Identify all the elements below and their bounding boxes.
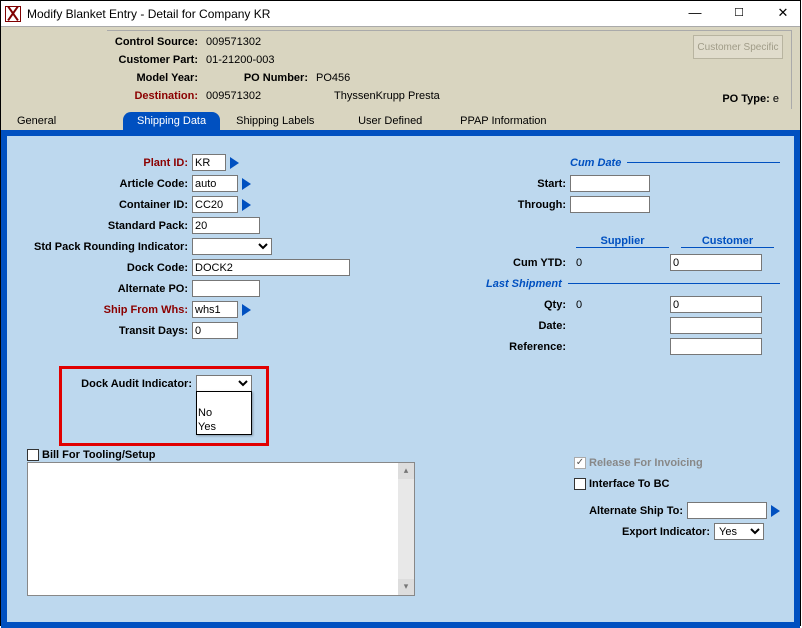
dock-audit-option-yes[interactable]: Yes bbox=[197, 420, 251, 434]
scroll-up-icon[interactable]: ▴ bbox=[398, 463, 414, 479]
bottom-right-panel: Release For Invoicing Interface To BC Al… bbox=[524, 452, 780, 542]
release-label: Release For Invoicing bbox=[589, 457, 707, 469]
customer-header: Customer bbox=[681, 235, 774, 248]
app-icon bbox=[5, 6, 21, 22]
ship-from-whs-input[interactable] bbox=[192, 301, 238, 318]
divider bbox=[627, 162, 780, 163]
tab-general[interactable]: General bbox=[3, 112, 121, 130]
divider bbox=[568, 283, 780, 284]
export-indicator-label: Export Indicator: bbox=[622, 526, 714, 538]
tab-shipping-labels[interactable]: Shipping Labels bbox=[222, 112, 342, 130]
article-code-label: Article Code: bbox=[17, 178, 192, 190]
dock-code-label: Dock Code: bbox=[17, 262, 192, 274]
plant-id-lookup-icon[interactable] bbox=[230, 157, 239, 169]
body-frame: Plant ID: Article Code: Container ID: St… bbox=[1, 130, 800, 628]
plant-id-label: Plant ID: bbox=[17, 157, 192, 169]
start-label: Start: bbox=[480, 178, 570, 190]
destination-label: Destination: bbox=[113, 90, 198, 102]
header-panel: Customer Specific Control Source: 009571… bbox=[1, 27, 800, 113]
plant-id-input[interactable] bbox=[192, 154, 226, 171]
customer-specific-button[interactable]: Customer Specific bbox=[693, 35, 783, 59]
release-checkbox bbox=[574, 457, 586, 469]
container-id-input[interactable] bbox=[192, 196, 238, 213]
ship-from-whs-label: Ship From Whs: bbox=[17, 304, 192, 316]
standard-pack-input[interactable] bbox=[192, 217, 260, 234]
scrollbar[interactable]: ▴ ▾ bbox=[398, 463, 414, 595]
alt-ship-to-input[interactable] bbox=[687, 502, 767, 519]
start-input[interactable] bbox=[570, 175, 650, 192]
transit-days-input[interactable] bbox=[192, 322, 238, 339]
interface-bc-label: Interface To BC bbox=[589, 478, 673, 490]
control-source-label: Control Source: bbox=[113, 36, 198, 48]
transit-days-label: Transit Days: bbox=[17, 325, 192, 337]
po-type-label: PO Type: bbox=[722, 93, 769, 105]
control-source-value: 009571302 bbox=[206, 36, 261, 48]
window-title: Modify Blanket Entry - Detail for Compan… bbox=[27, 7, 682, 21]
bill-tooling-textarea[interactable]: ▴ ▾ bbox=[27, 462, 415, 596]
export-indicator-select[interactable]: Yes bbox=[714, 523, 764, 540]
rounding-label: Std Pack Rounding Indicator: bbox=[17, 241, 192, 253]
through-input[interactable] bbox=[570, 196, 650, 213]
left-panel: Plant ID: Article Code: Container ID: St… bbox=[17, 152, 397, 341]
bill-tooling-label: Bill For Tooling/Setup bbox=[42, 449, 155, 461]
dock-audit-option-blank[interactable] bbox=[197, 392, 251, 406]
close-button[interactable]: ✕ bbox=[770, 4, 796, 24]
customer-part-label: Customer Part: bbox=[113, 54, 198, 66]
model-year-label: Model Year: bbox=[113, 72, 198, 84]
ship-from-whs-lookup-icon[interactable] bbox=[242, 304, 251, 316]
scroll-down-icon[interactable]: ▾ bbox=[398, 579, 414, 595]
destination-name: ThyssenKrupp Presta bbox=[334, 90, 440, 102]
dock-audit-dropdown: No Yes bbox=[196, 391, 252, 435]
qty-customer-input[interactable] bbox=[670, 296, 762, 313]
dock-audit-option-no[interactable]: No bbox=[197, 406, 251, 420]
dock-code-input[interactable] bbox=[192, 259, 350, 276]
cum-ytd-customer-input[interactable] bbox=[670, 254, 762, 271]
po-number-value: PO456 bbox=[316, 72, 350, 84]
destination-value: 009571302 bbox=[206, 90, 326, 102]
container-id-label: Container ID: bbox=[17, 199, 192, 211]
standard-pack-label: Standard Pack: bbox=[17, 220, 192, 232]
titlebar: Modify Blanket Entry - Detail for Compan… bbox=[1, 1, 800, 27]
cum-ytd-supplier: 0 bbox=[570, 257, 670, 269]
right-panel: Cum Date Start: Through: Supplier Custom… bbox=[480, 152, 780, 357]
qty-label: Qty: bbox=[480, 299, 570, 311]
tab-strip: General Shipping Data Shipping Labels Us… bbox=[1, 112, 800, 130]
dock-audit-label: Dock Audit Indicator: bbox=[68, 378, 196, 390]
last-shipment-header: Last Shipment bbox=[486, 278, 562, 290]
alt-ship-to-label: Alternate Ship To: bbox=[589, 505, 687, 517]
bill-tooling-area: Bill For Tooling/Setup ▴ ▾ bbox=[27, 449, 417, 596]
qty-supplier: 0 bbox=[570, 299, 670, 311]
article-code-lookup-icon[interactable] bbox=[242, 178, 251, 190]
bill-tooling-checkbox[interactable] bbox=[27, 449, 39, 461]
dock-audit-select[interactable] bbox=[196, 375, 252, 392]
container-id-lookup-icon[interactable] bbox=[242, 199, 251, 211]
reference-label: Reference: bbox=[480, 341, 570, 353]
customer-part-value: 01-21200-003 bbox=[206, 54, 275, 66]
app-window: Modify Blanket Entry - Detail for Compan… bbox=[0, 0, 801, 626]
alt-ship-to-lookup-icon[interactable] bbox=[771, 505, 780, 517]
dock-audit-highlight: Dock Audit Indicator: No Yes bbox=[59, 366, 269, 446]
tab-ppap[interactable]: PPAP Information bbox=[446, 112, 560, 130]
date-customer-input[interactable] bbox=[670, 317, 762, 334]
through-label: Through: bbox=[480, 199, 570, 211]
alternate-po-label: Alternate PO: bbox=[17, 283, 192, 295]
alternate-po-input[interactable] bbox=[192, 280, 260, 297]
reference-customer-input[interactable] bbox=[670, 338, 762, 355]
article-code-input[interactable] bbox=[192, 175, 238, 192]
supplier-header: Supplier bbox=[576, 235, 669, 248]
po-number-label: PO Number: bbox=[198, 72, 308, 84]
cum-ytd-label: Cum YTD: bbox=[480, 257, 570, 269]
interface-bc-checkbox[interactable] bbox=[574, 478, 586, 490]
tab-user-defined[interactable]: User Defined bbox=[344, 112, 444, 130]
rounding-select[interactable] bbox=[192, 238, 272, 255]
cum-date-header: Cum Date bbox=[570, 157, 621, 169]
minimize-button[interactable]: — bbox=[682, 4, 708, 24]
po-type-value: e bbox=[773, 93, 779, 105]
tab-shipping-data[interactable]: Shipping Data bbox=[123, 112, 220, 130]
date-label: Date: bbox=[480, 320, 570, 332]
maximize-button[interactable]: ☐ bbox=[726, 4, 752, 24]
